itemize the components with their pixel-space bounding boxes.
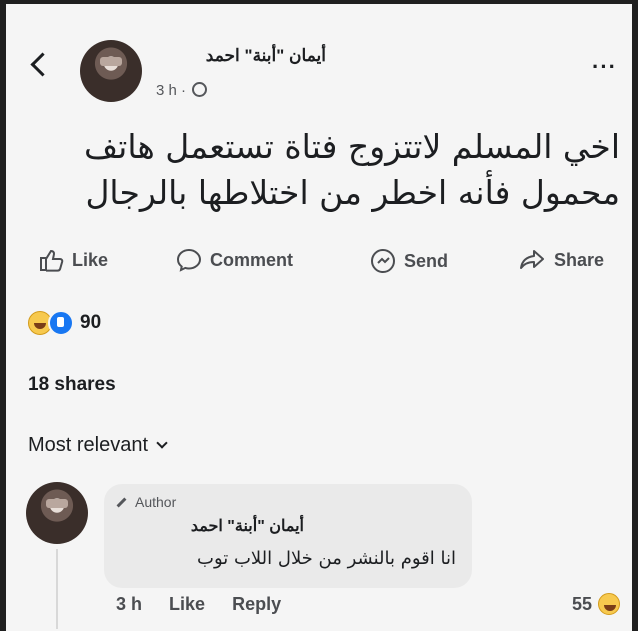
- send-label: Send: [404, 250, 449, 271]
- comment-avatar[interactable]: [26, 482, 88, 544]
- post-time: 3 h ·: [156, 82, 187, 99]
- post-header: أيمان "أبنة" احمد 3 h · ···: [6, 4, 632, 114]
- share-button[interactable]: Share: [518, 248, 604, 272]
- author-avatar[interactable]: [80, 40, 142, 102]
- send-button[interactable]: Send: [370, 248, 448, 274]
- sort-label: Most relevant: [28, 434, 149, 456]
- comment-text: انا اقوم بالنشر من خلال اللاب توب: [197, 548, 456, 569]
- comment-reaction-count: 55: [572, 593, 593, 614]
- comment-author-name[interactable]: أيمان "أبنة" احمد: [191, 516, 304, 536]
- post-meta: 3 h ·: [156, 82, 208, 99]
- author-badge-label: Author: [135, 494, 177, 510]
- haha-reaction-icon: [598, 593, 621, 615]
- comment-bubble-icon: [176, 248, 202, 272]
- reaction-count: 90: [80, 312, 102, 333]
- post-text: اخي المسلم لاتتزوج فتاة تستعمل هاتف محمو…: [83, 127, 620, 212]
- comment-time: 3 h: [116, 594, 143, 614]
- chevron-down-icon: [156, 437, 168, 449]
- share-count[interactable]: 18 shares: [28, 374, 116, 396]
- thumbs-up-icon: [40, 249, 64, 272]
- back-arrow-icon[interactable]: [30, 52, 55, 77]
- globe-icon: [192, 82, 208, 97]
- comment-reactions[interactable]: 55: [572, 593, 621, 615]
- comment-meta: 3 h Like Reply: [116, 594, 303, 615]
- post-actions: Like Comment Send Share: [6, 240, 632, 280]
- comment-reply-link[interactable]: Reply: [232, 594, 281, 614]
- messenger-icon: [371, 249, 395, 273]
- comment-sort-dropdown[interactable]: Most relevant: [28, 434, 168, 457]
- author-badge: Author: [116, 494, 176, 510]
- comment-like-link[interactable]: Like: [169, 594, 205, 614]
- share-arrow-icon: [520, 250, 544, 269]
- reaction-summary[interactable]: 90: [28, 310, 101, 336]
- like-label: Like: [72, 249, 109, 270]
- share-label: Share: [554, 249, 605, 270]
- like-reaction-icon: [48, 310, 74, 336]
- more-options-icon[interactable]: ···: [592, 56, 617, 78]
- author-name[interactable]: أيمان "أبنة" احمد: [206, 46, 326, 66]
- comment-label: Comment: [210, 249, 294, 270]
- like-button[interactable]: Like: [38, 248, 108, 272]
- thread-line: [56, 549, 58, 629]
- post-card: أيمان "أبنة" احمد 3 h · ··· اخي المسلم ل…: [6, 4, 632, 631]
- comment-bubble: Author أيمان "أبنة" احمد انا اقوم بالنشر…: [104, 484, 472, 588]
- pencil-icon: [116, 497, 127, 507]
- comment-button[interactable]: Comment: [176, 248, 293, 272]
